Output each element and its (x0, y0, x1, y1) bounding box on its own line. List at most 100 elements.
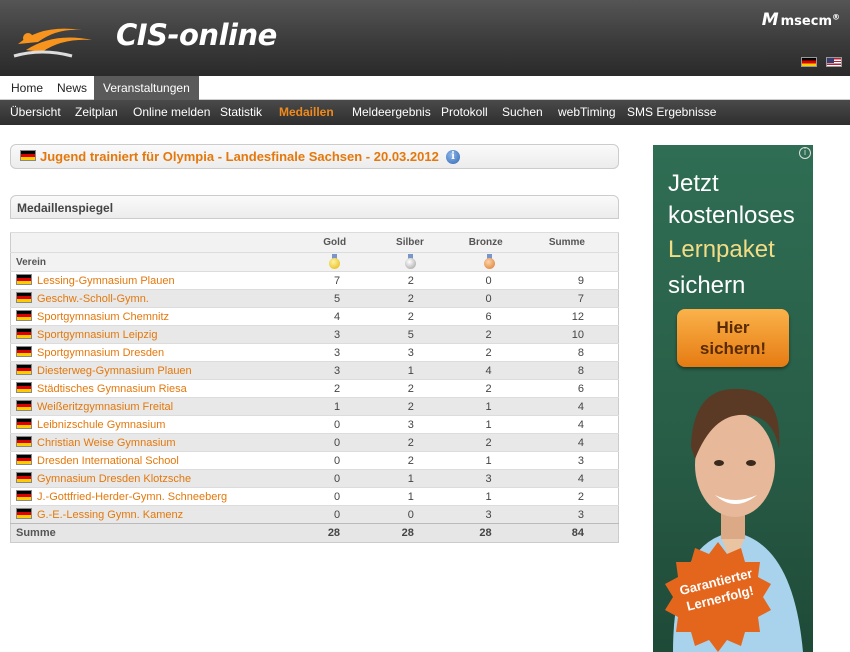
silber-count: 2 (347, 379, 427, 398)
table-row: Sportgymnasium Dresden 3 3 2 8 (10, 343, 619, 362)
gold-count: 3 (280, 325, 348, 344)
silber-count: 1 (347, 361, 427, 380)
club-link[interactable]: Sportgymnasium Dresden (37, 347, 164, 359)
totals-label: Summe (10, 523, 281, 543)
german-flag-icon (16, 436, 32, 447)
silber-count: 2 (347, 397, 427, 416)
table-row: Sportgymnasium Leipzig 3 5 2 10 (10, 325, 619, 344)
club-link[interactable]: Diesterweg-Gymnasium Plauen (37, 365, 192, 377)
subnav-medaillen[interactable]: Medaillen (279, 100, 334, 125)
header-verein: Verein (10, 252, 281, 272)
gold-count: 3 (280, 361, 348, 380)
table-row: Christian Weise Gymnasium 0 2 2 4 (10, 433, 619, 452)
totals-row: Summe 28 28 28 84 (10, 523, 619, 543)
summe-count: 8 (506, 343, 619, 362)
ad-info-icon[interactable]: i (799, 147, 811, 159)
main-nav: Home News Veranstaltungen (0, 76, 850, 100)
club-link[interactable]: Städtisches Gymnasium Riesa (37, 383, 187, 395)
bronze-count: 0 (426, 271, 507, 290)
total-gold: 28 (280, 523, 348, 543)
club-link[interactable]: Geschw.-Scholl-Gymn. (37, 293, 149, 305)
total-bronze: 28 (426, 523, 507, 543)
bronze-count: 2 (426, 343, 507, 362)
german-flag-icon[interactable] (801, 57, 817, 67)
partner-logo-mark: M (761, 10, 779, 30)
bronze-count: 3 (426, 505, 507, 524)
club-link[interactable]: Leibnizschule Gymnasium (37, 419, 165, 431)
summe-count: 7 (506, 289, 619, 308)
subnav-meldeergebnis[interactable]: Meldeergebnis (352, 100, 431, 125)
silver-medal-icon (404, 253, 416, 269)
total-silber: 28 (347, 523, 427, 543)
table-row: Gymnasium Dresden Klotzsche 0 1 3 4 (10, 469, 619, 488)
subnav-sms-ergebnisse[interactable]: SMS Ergebnisse (627, 100, 716, 125)
subnav-uebersicht[interactable]: Übersicht (10, 100, 61, 125)
club-cell: Dresden International School (10, 451, 281, 470)
table-row: Dresden International School 0 2 1 3 (10, 451, 619, 470)
mainnav-veranstaltungen[interactable]: Veranstaltungen (94, 76, 199, 100)
total-summe: 84 (506, 523, 619, 543)
subnav-online-melden[interactable]: Online melden (133, 100, 210, 125)
page-header: CIS-online Mmsecm® (0, 0, 850, 76)
gold-count: 2 (280, 379, 348, 398)
subnav-suchen[interactable]: Suchen (502, 100, 543, 125)
german-flag-icon (16, 508, 32, 519)
subnav-statistik[interactable]: Statistik (220, 100, 262, 125)
ad-line-1: Jetzt (668, 170, 719, 197)
event-title: Jugend trainiert für Olympia - Landesfin… (40, 149, 439, 164)
club-link[interactable]: Weißeritzgymnasium Freital (37, 401, 173, 413)
silber-count: 2 (347, 271, 427, 290)
table-row: G.-E.-Lessing Gymn. Kamenz 0 0 3 3 (10, 505, 619, 524)
partner-logo[interactable]: Mmsecm® (762, 10, 840, 30)
summe-count: 4 (506, 397, 619, 416)
club-link[interactable]: G.-E.-Lessing Gymn. Kamenz (37, 509, 183, 521)
sub-nav: Übersicht Zeitplan Online melden Statist… (0, 100, 850, 125)
gold-count: 0 (280, 487, 348, 506)
summe-count: 9 (506, 271, 619, 290)
german-flag-icon (16, 346, 32, 357)
mainnav-news[interactable]: News (48, 76, 96, 100)
gold-count: 1 (280, 397, 348, 416)
ad-cta-button[interactable]: Hier sichern! (677, 309, 789, 367)
event-title-box: Jugend trainiert für Olympia - Landesfin… (10, 144, 619, 169)
german-flag-icon (16, 400, 32, 411)
silber-count: 2 (347, 307, 427, 326)
gold-count: 0 (280, 433, 348, 452)
registered-mark: ® (832, 12, 840, 22)
summe-count: 3 (506, 451, 619, 470)
gold-medal-icon (329, 253, 341, 269)
info-icon[interactable]: i (446, 150, 460, 164)
club-link[interactable]: Lessing-Gymnasium Plauen (37, 275, 175, 287)
subnav-webtiming[interactable]: webTiming (558, 100, 616, 125)
club-cell: Lessing-Gymnasium Plauen (10, 271, 281, 290)
bronze-count: 6 (426, 307, 507, 326)
club-cell: Geschw.-Scholl-Gymn. (10, 289, 281, 308)
table-row: Weißeritzgymnasium Freital 1 2 1 4 (10, 397, 619, 416)
summe-count: 4 (506, 433, 619, 452)
header-bronze: Bronze (426, 232, 507, 253)
mainnav-home[interactable]: Home (2, 76, 52, 100)
german-flag-icon (16, 418, 32, 429)
german-flag-icon (16, 454, 32, 465)
bronze-count: 1 (426, 397, 507, 416)
subnav-zeitplan[interactable]: Zeitplan (75, 100, 118, 125)
ad-line-3: Lernpaket (668, 236, 775, 263)
brand-title[interactable]: CIS-online (116, 18, 277, 52)
partner-logo-text: msecm (780, 14, 832, 29)
club-link[interactable]: Sportgymnasium Chemnitz (37, 311, 169, 323)
club-cell: J.-Gottfried-Herder-Gymn. Schneeberg (10, 487, 281, 506)
club-link[interactable]: Christian Weise Gymnasium (37, 437, 176, 449)
subnav-protokoll[interactable]: Protokoll (441, 100, 488, 125)
club-cell: Weißeritzgymnasium Freital (10, 397, 281, 416)
silber-count: 5 (347, 325, 427, 344)
german-flag-icon (16, 382, 32, 393)
medal-table-body: Lessing-Gymnasium Plauen 7 2 0 9 Geschw.-Scho… (10, 271, 619, 524)
us-flag-icon[interactable] (826, 57, 842, 67)
bronze-count: 1 (426, 415, 507, 434)
club-link[interactable]: J.-Gottfried-Herder-Gymn. Schneeberg (37, 491, 227, 503)
club-link[interactable]: Dresden International School (37, 455, 179, 467)
ad-banner[interactable]: i Jetzt kostenloses Lernpaket sichern Hi… (653, 145, 813, 652)
swimmer-logo-icon[interactable] (12, 14, 96, 62)
club-link[interactable]: Sportgymnasium Leipzig (37, 329, 157, 341)
club-link[interactable]: Gymnasium Dresden Klotzsche (37, 473, 191, 485)
